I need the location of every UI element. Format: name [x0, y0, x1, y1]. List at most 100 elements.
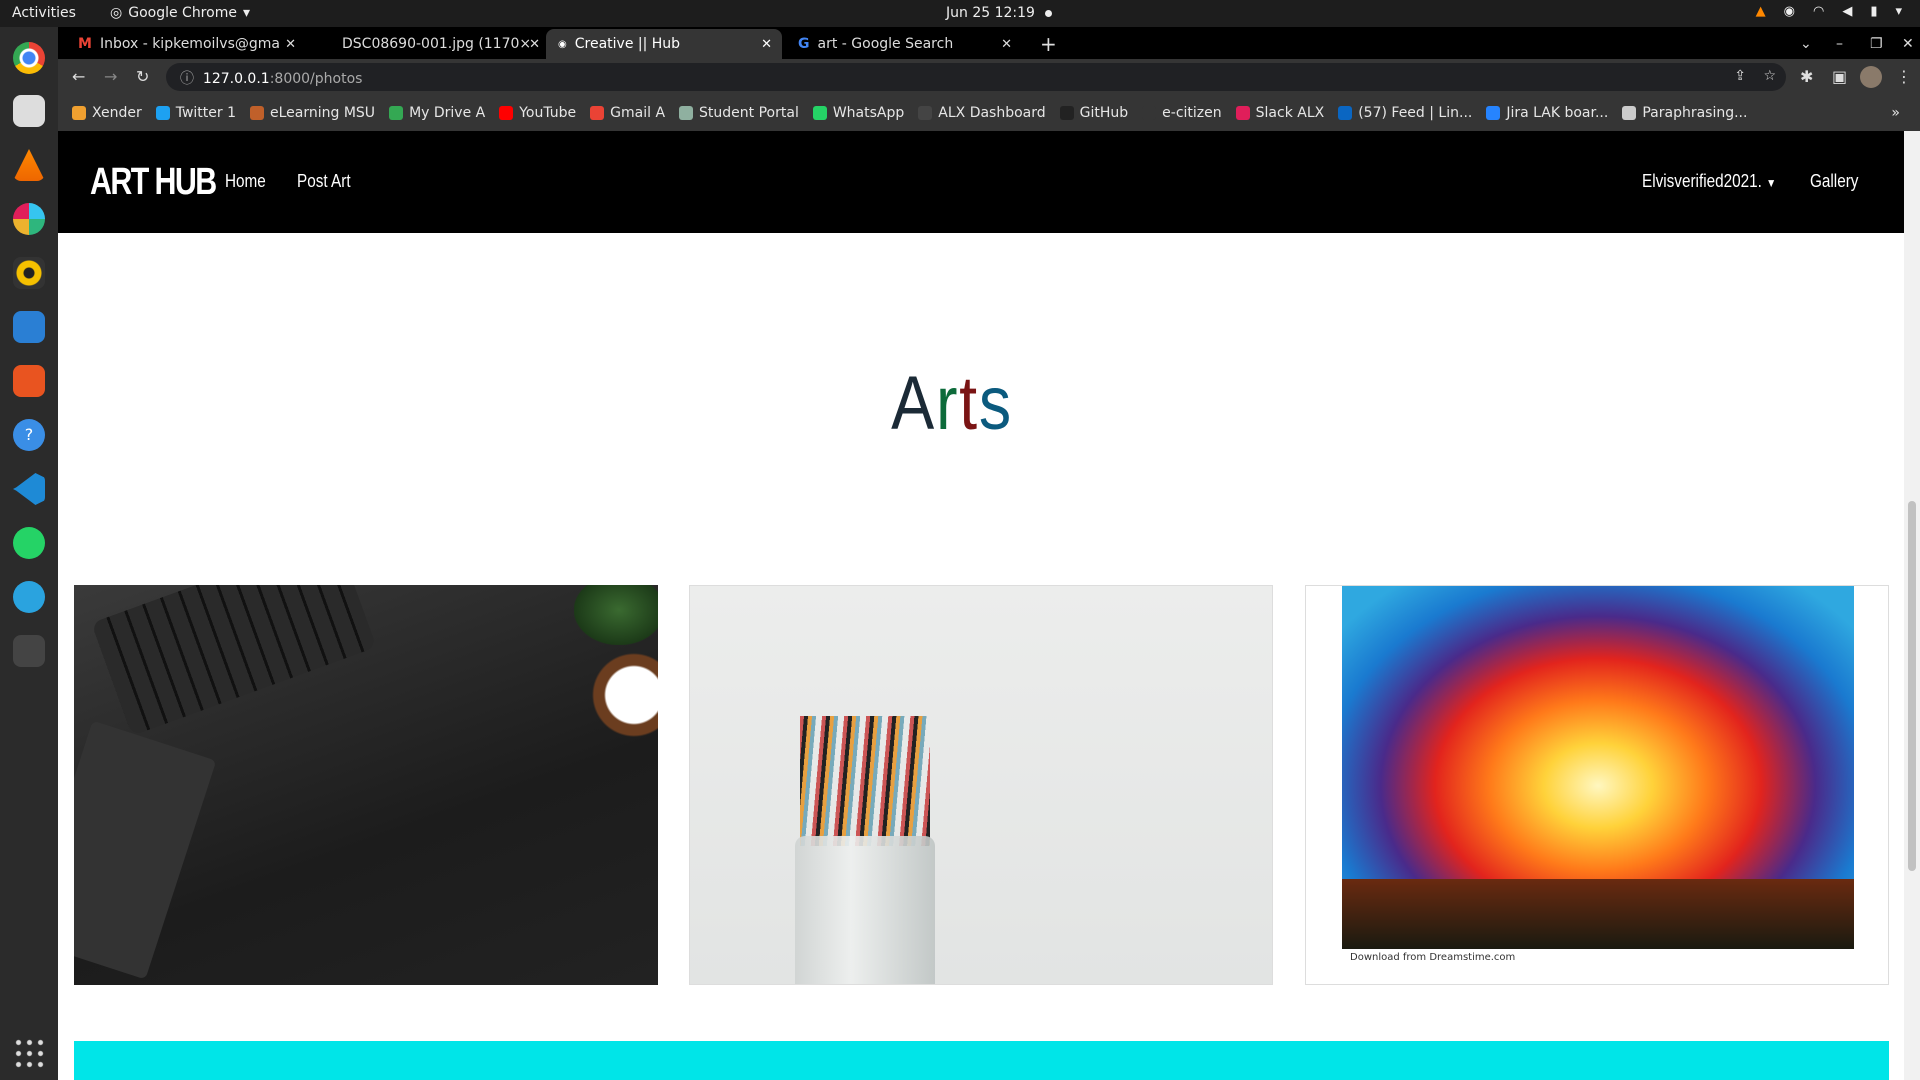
back-icon[interactable]: ←	[72, 67, 85, 86]
bookmark-item[interactable]: WhatsApp	[812, 105, 904, 121]
brushes	[800, 716, 930, 846]
help-icon[interactable]: ?	[13, 419, 45, 451]
forward-icon[interactable]: →	[104, 67, 117, 86]
tab-inbox[interactable]: M Inbox - kipkemoilvs@gma ✕	[66, 29, 306, 59]
tab-google-search[interactable]: Gart - Google Search ✕	[786, 29, 1022, 59]
slack-icon[interactable]	[13, 203, 45, 235]
art-image-dancers[interactable]: Download from Dreamstime.com	[1305, 585, 1889, 985]
bookmark-item[interactable]: My Drive A	[389, 105, 485, 121]
jar	[795, 836, 935, 984]
gmail-icon: M	[78, 36, 92, 52]
close-icon[interactable]: ✕	[529, 37, 540, 52]
tab-label: art - Google Search	[817, 36, 954, 52]
bookmark-label: Paraphrasing...	[1642, 105, 1748, 121]
app-menu[interactable]: ◎ Google Chrome ▾	[110, 5, 250, 21]
extensions-icon[interactable]: ✱	[1800, 67, 1813, 86]
bookmark-favicon-icon	[1142, 106, 1157, 120]
url-path: :8000/photos	[269, 71, 363, 87]
art-image-brushes[interactable]	[689, 585, 1273, 985]
menu-icon[interactable]: ⋮	[1896, 67, 1912, 86]
bookmark-item[interactable]: ALX Dashboard	[918, 105, 1046, 121]
reload-icon[interactable]: ↻	[136, 67, 149, 86]
bookmark-item[interactable]: YouTube	[499, 105, 576, 121]
close-icon[interactable]: ✕	[285, 37, 296, 52]
battery-icon: ▮	[1870, 4, 1878, 19]
bookmark-item[interactable]: Student Portal	[679, 105, 799, 121]
app-grid-icon[interactable]	[13, 1037, 45, 1069]
bookmark-item[interactable]: (57) Feed | Lin...	[1338, 105, 1472, 121]
tab-label: DSC08690-001.jpg (1170×	[342, 36, 532, 52]
address-bar: ← → ↻ ⓘ 127.0.0.1:8000/photos ⇪ ☆ ✱ ▣ ⋮	[58, 59, 1920, 95]
bookmark-favicon-icon	[1235, 106, 1250, 120]
side-panel-icon[interactable]: ▣	[1832, 67, 1847, 86]
footer-band	[74, 1041, 1889, 1080]
bookmark-item[interactable]: e-citizen	[1142, 105, 1222, 121]
chrome-icon[interactable]	[13, 42, 45, 74]
bookmark-favicon-icon	[389, 106, 404, 120]
site-navbar: ART HUB Home Post Art Elvisverified2021.…	[58, 131, 1904, 233]
bookmark-label: Slack ALX	[1255, 105, 1325, 121]
new-tab-button[interactable]: +	[1028, 29, 1069, 59]
bookmark-item[interactable]: Jira LAK boar...	[1486, 105, 1608, 121]
vlc-icon[interactable]	[13, 149, 45, 181]
notebook	[74, 720, 217, 980]
system-tray[interactable]: ▲ ◉ ◠ ◀ ▮ ▾	[1756, 4, 1902, 19]
close-window-button[interactable]: ✕	[1890, 29, 1920, 59]
volume-icon: ◀	[1842, 4, 1853, 19]
bookmark-item[interactable]: eLearning MSU	[250, 105, 375, 121]
wifi-icon: ◠	[1812, 4, 1825, 19]
vlc-tray-icon: ▲	[1755, 4, 1766, 19]
bookmark-label: Student Portal	[699, 105, 799, 121]
clock[interactable]: Jun 25 12:19	[946, 5, 1052, 21]
bookmark-label: Jira LAK boar...	[1506, 105, 1609, 121]
app-name: Google Chrome	[128, 5, 237, 21]
tab-search-button[interactable]: ⌄	[1788, 29, 1824, 59]
bookmark-item[interactable]: Paraphrasing...	[1622, 105, 1747, 121]
bookmark-item[interactable]: Gmail A	[590, 105, 665, 121]
profile-avatar[interactable]	[1860, 66, 1882, 88]
bookmark-label: Twitter 1	[175, 105, 236, 121]
files-icon[interactable]	[13, 95, 45, 127]
url-input[interactable]: ⓘ 127.0.0.1:8000/photos ⇪ ☆	[166, 63, 1786, 91]
minimize-button[interactable]: –	[1824, 29, 1855, 59]
bookmark-item[interactable]: Twitter 1	[155, 105, 236, 121]
close-icon[interactable]: ✕	[1001, 37, 1012, 52]
scrollbar-thumb[interactable]	[1908, 501, 1916, 871]
user-dropdown[interactable]: Elvisverified2021. ▼	[1642, 171, 1776, 192]
bookmark-item[interactable]: GitHub	[1059, 105, 1128, 121]
bookmark-label: Xender	[92, 105, 142, 121]
tab-label: Creative || Hub	[574, 36, 681, 52]
bookmark-star-icon[interactable]: ☆	[1763, 68, 1776, 84]
page-title: Arts	[143, 360, 1761, 447]
tab-creative-hub[interactable]: ◉ Creative || Hub ✕	[546, 29, 782, 59]
scrollbar[interactable]	[1904, 131, 1920, 1080]
close-icon[interactable]: ✕	[761, 37, 772, 52]
nav-home[interactable]: Home	[225, 171, 266, 192]
share-icon[interactable]: ⇪	[1734, 68, 1746, 84]
bookmark-item[interactable]: Slack ALX	[1235, 105, 1325, 121]
plant	[574, 585, 658, 645]
bookmark-favicon-icon	[1622, 106, 1637, 120]
rhythmbox-icon[interactable]	[13, 257, 45, 289]
title-letter: r	[935, 361, 960, 446]
activities-button[interactable]: Activities	[12, 5, 76, 21]
whatsapp-icon[interactable]	[13, 527, 45, 559]
caret-down-icon: ▼	[1766, 176, 1777, 190]
vscode-icon[interactable]	[13, 473, 45, 505]
caret-down-icon: ▾	[242, 5, 250, 21]
google-icon: G	[798, 36, 810, 52]
system-monitor-icon[interactable]	[13, 635, 45, 667]
nav-post-art[interactable]: Post Art	[297, 171, 351, 192]
software-icon[interactable]	[13, 365, 45, 397]
bookmark-favicon-icon	[250, 106, 264, 120]
tab-image[interactable]: DSC08690-001.jpg (1170× ✕	[330, 29, 550, 59]
art-image-desk[interactable]	[74, 585, 658, 985]
writer-icon[interactable]	[13, 311, 45, 343]
title-letter: s	[978, 361, 1013, 446]
brand-logo[interactable]: ART HUB	[90, 161, 217, 204]
telegram-icon[interactable]	[13, 581, 45, 613]
bookmarks-overflow-button[interactable]: »	[1891, 105, 1900, 121]
bookmark-item[interactable]: Xender	[72, 105, 142, 121]
nav-gallery[interactable]: Gallery	[1810, 171, 1858, 192]
title-letter: t	[959, 361, 979, 446]
